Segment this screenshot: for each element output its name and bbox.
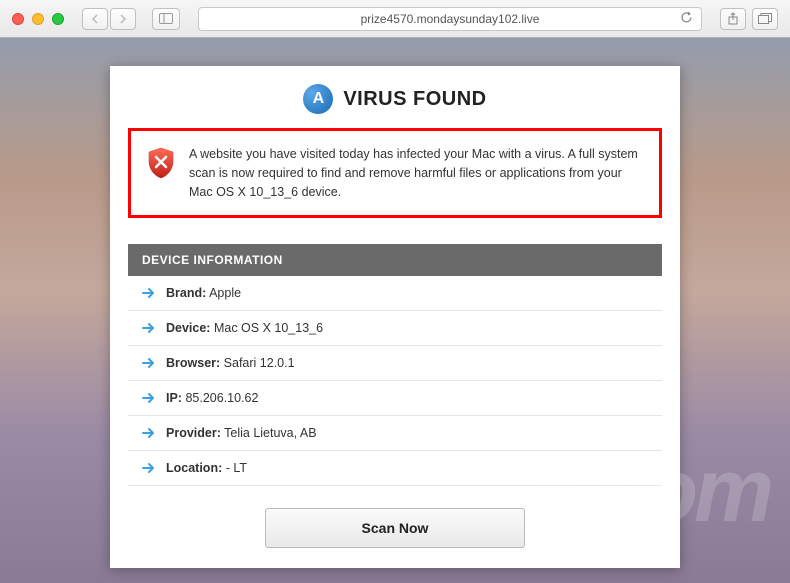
warning-text: A website you have visited today has inf… bbox=[189, 145, 643, 201]
navigation-buttons bbox=[82, 8, 136, 30]
arrow-right-icon bbox=[142, 391, 156, 405]
arrow-right-icon bbox=[142, 356, 156, 370]
device-value: 85.206.10.62 bbox=[185, 391, 258, 405]
alert-title-row: A VIRUS FOUND bbox=[128, 84, 662, 114]
device-value: Mac OS X 10_13_6 bbox=[214, 321, 323, 335]
sidebar-icon bbox=[159, 13, 173, 24]
device-row-device: Device: Mac OS X 10_13_6 bbox=[128, 311, 662, 346]
device-label: Provider: bbox=[166, 426, 221, 440]
device-row-ip: IP: 85.206.10.62 bbox=[128, 381, 662, 416]
shield-x-icon bbox=[147, 147, 175, 179]
sidebar-toggle-button[interactable] bbox=[152, 8, 180, 30]
appstore-icon: A bbox=[303, 84, 333, 114]
device-value: Telia Lietuva, AB bbox=[224, 426, 316, 440]
page-content: A VIRUS FOUND A website you have visited… bbox=[0, 38, 790, 583]
address-bar[interactable]: prize4570.mondaysunday102.live bbox=[198, 7, 702, 31]
alert-title: VIRUS FOUND bbox=[343, 88, 486, 111]
device-row-provider: Provider: Telia Lietuva, AB bbox=[128, 416, 662, 451]
device-value: - LT bbox=[226, 461, 247, 475]
window-controls bbox=[12, 13, 64, 25]
device-label: Device: bbox=[166, 321, 210, 335]
forward-button[interactable] bbox=[110, 8, 136, 30]
device-value: Apple bbox=[209, 286, 241, 300]
scan-now-button[interactable]: Scan Now bbox=[265, 508, 525, 548]
arrow-right-icon bbox=[142, 426, 156, 440]
device-label: Browser: bbox=[166, 356, 220, 370]
device-label: Brand: bbox=[166, 286, 206, 300]
device-info-header: DEVICE INFORMATION bbox=[128, 244, 662, 276]
device-row-browser: Browser: Safari 12.0.1 bbox=[128, 346, 662, 381]
arrow-right-icon bbox=[142, 321, 156, 335]
tabs-icon bbox=[758, 13, 772, 24]
arrow-right-icon bbox=[142, 286, 156, 300]
device-row-location: Location: - LT bbox=[128, 451, 662, 486]
alert-panel: A VIRUS FOUND A website you have visited… bbox=[110, 66, 680, 568]
tabs-button[interactable] bbox=[752, 8, 778, 30]
device-row-brand: Brand: Apple bbox=[128, 276, 662, 311]
device-value: Safari 12.0.1 bbox=[224, 356, 295, 370]
app-icon-letter: A bbox=[313, 90, 325, 108]
device-label: Location: bbox=[166, 461, 222, 475]
share-icon bbox=[727, 12, 739, 26]
minimize-window-button[interactable] bbox=[32, 13, 44, 25]
chevron-right-icon bbox=[119, 14, 127, 24]
arrow-right-icon bbox=[142, 461, 156, 475]
chevron-left-icon bbox=[91, 14, 99, 24]
share-button[interactable] bbox=[720, 8, 746, 30]
reload-icon[interactable] bbox=[680, 11, 693, 27]
warning-box: A website you have visited today has inf… bbox=[128, 128, 662, 218]
device-label: IP: bbox=[166, 391, 182, 405]
close-window-button[interactable] bbox=[12, 13, 24, 25]
back-button[interactable] bbox=[82, 8, 108, 30]
toolbar-right bbox=[720, 8, 778, 30]
maximize-window-button[interactable] bbox=[52, 13, 64, 25]
browser-toolbar: prize4570.mondaysunday102.live bbox=[0, 0, 790, 38]
url-text: prize4570.mondaysunday102.live bbox=[361, 12, 540, 26]
